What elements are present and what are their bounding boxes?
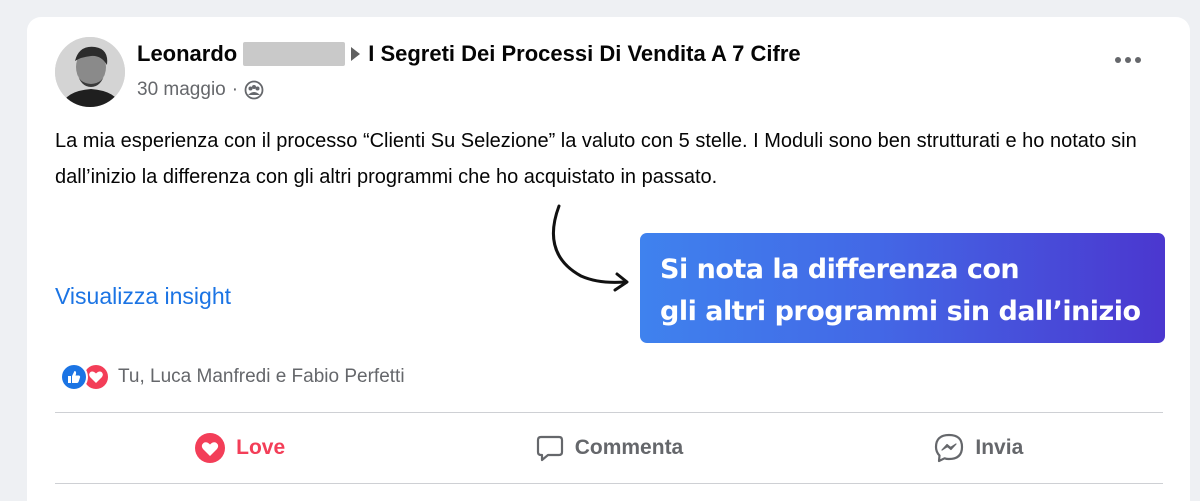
post-meta: 30 maggio · xyxy=(137,79,264,101)
callout-line-2: gli altri programmi sin dall’inizio xyxy=(660,296,1141,327)
curved-arrow-icon xyxy=(551,204,629,292)
share-button-label: Invia xyxy=(975,436,1024,459)
reactions-summary[interactable]: Tu, Luca Manfredi e Fabio Perfetti xyxy=(60,363,405,391)
messenger-icon xyxy=(935,433,964,463)
post-text: La mia esperienza con il processo “Clien… xyxy=(55,130,1137,188)
reaction-names: Tu, Luca Manfredi e Fabio Perfetti xyxy=(118,366,405,387)
avatar[interactable] xyxy=(55,37,125,107)
action-bar: Love Commenta Invia xyxy=(55,413,1163,483)
author-name[interactable]: Leonardo xyxy=(137,41,237,67)
callout-line-1: Si nota la differenza con xyxy=(660,254,1020,285)
comment-button[interactable]: Commenta xyxy=(424,413,793,483)
caret-right-icon xyxy=(351,47,361,61)
post-card: Leonardo I Segreti Dei Processi Di Vendi… xyxy=(27,17,1190,501)
love-button-label: Love xyxy=(236,436,286,459)
comment-button-label: Commenta xyxy=(574,436,684,459)
post-header: Leonardo I Segreti Dei Processi Di Vendi… xyxy=(137,41,801,67)
redacted-surname xyxy=(243,42,346,66)
divider-bottom xyxy=(55,483,1163,484)
like-icon xyxy=(60,363,88,391)
highlight-callout: Si nota la differenza con gli altri prog… xyxy=(640,233,1165,343)
post-date[interactable]: 30 maggio xyxy=(137,79,226,101)
more-options-icon[interactable] xyxy=(1115,57,1141,63)
view-insights-link[interactable]: Visualizza insight xyxy=(55,283,231,310)
comment-icon xyxy=(536,435,563,462)
avatar-photo xyxy=(55,37,125,107)
share-button[interactable]: Invia xyxy=(794,413,1163,483)
group-name[interactable]: I Segreti Dei Processi Di Vendita A 7 Ci… xyxy=(368,41,800,67)
group-audience-icon xyxy=(244,80,264,100)
love-button[interactable]: Love xyxy=(55,413,424,483)
love-reaction-icon xyxy=(195,433,226,463)
meta-separator: · xyxy=(231,79,239,100)
